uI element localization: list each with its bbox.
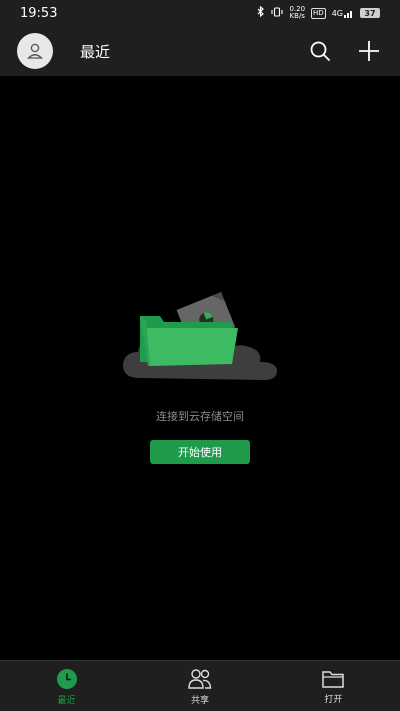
folder-icon bbox=[322, 670, 345, 688]
battery-icon: 37 bbox=[360, 8, 380, 18]
bluetooth-icon bbox=[257, 5, 265, 20]
network-speed-unit: KB/s bbox=[289, 12, 305, 20]
avatar[interactable] bbox=[17, 33, 53, 69]
nav-item-open[interactable]: 打开 bbox=[267, 661, 400, 711]
search-icon bbox=[310, 41, 330, 61]
add-button[interactable] bbox=[356, 38, 382, 64]
clock-icon bbox=[56, 668, 77, 689]
app-screen: 19:53 0.20 KB/s HD 4G 37 最近 连接到云存储空间 开始使… bbox=[0, 0, 400, 711]
nav-item-recent[interactable]: 最近 bbox=[0, 661, 133, 711]
nav-label-open: 打开 bbox=[324, 694, 343, 705]
hd-badge: HD bbox=[311, 7, 326, 19]
user-icon bbox=[26, 43, 44, 59]
app-header: 最近 bbox=[0, 26, 400, 76]
status-icons: 0.20 KB/s HD 4G 37 bbox=[257, 6, 380, 20]
cloud-folder-illustration bbox=[122, 291, 278, 380]
signal-icon bbox=[344, 10, 352, 18]
status-time: 19:53 bbox=[20, 5, 58, 21]
plus-icon bbox=[359, 41, 379, 61]
empty-state-message: 连接到云存储空间 bbox=[156, 410, 244, 423]
search-button[interactable] bbox=[307, 38, 333, 64]
network-type: 4G bbox=[331, 8, 343, 18]
people-icon bbox=[188, 668, 212, 689]
get-started-button[interactable]: 开始使用 bbox=[150, 440, 250, 464]
nav-label-shared: 共享 bbox=[190, 695, 209, 706]
vibrate-icon bbox=[271, 6, 284, 20]
nav-item-shared[interactable]: 共享 bbox=[133, 661, 266, 711]
page-title: 最近 bbox=[80, 43, 111, 61]
bottom-nav: 最近 共享 打开 bbox=[0, 660, 400, 711]
status-bar: 19:53 0.20 KB/s HD 4G 37 bbox=[0, 0, 400, 26]
signal-indicator: 4G bbox=[332, 9, 354, 18]
nav-label-recent: 最近 bbox=[57, 695, 76, 706]
network-speed: 0.20 KB/s bbox=[289, 6, 305, 20]
